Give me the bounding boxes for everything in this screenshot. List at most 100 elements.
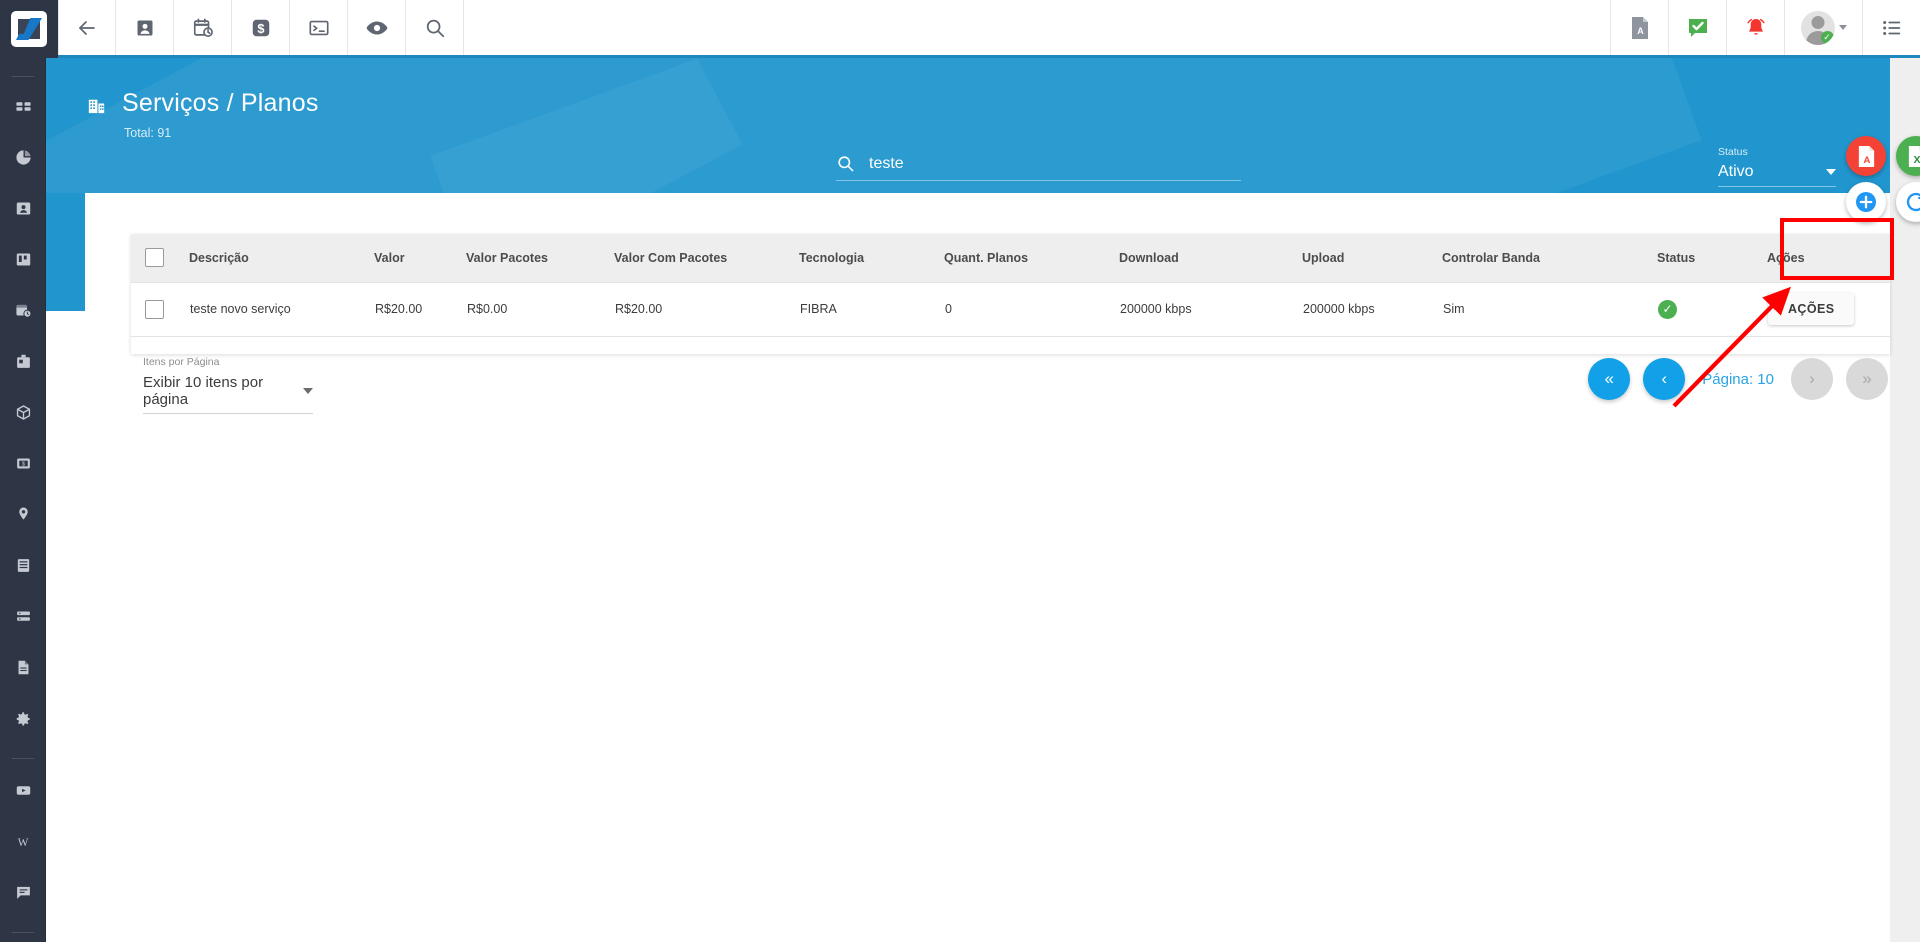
search-input[interactable] (869, 154, 1229, 173)
first-page-button[interactable]: « (1588, 358, 1631, 400)
pdf-file-icon: A (1629, 16, 1651, 40)
select-all-header (131, 234, 189, 282)
header-controlar-banda[interactable]: Controlar Banda (1442, 234, 1657, 282)
dollar-icon: $ (250, 17, 272, 39)
sidebar-item-inventory-box[interactable] (0, 344, 45, 379)
play-icon (15, 782, 32, 799)
online-badge: ✓ (1820, 30, 1834, 44)
header-descricao[interactable]: Descrição (189, 234, 374, 282)
kanban-icon (15, 251, 32, 268)
money-card-icon: $ (15, 455, 32, 472)
monitoring-button[interactable] (348, 0, 406, 55)
user-menu[interactable]: ✓ (1784, 0, 1862, 55)
status-filter-value: Ativo (1718, 163, 1754, 180)
table-head: Descrição Valor Valor Pacotes Valor Com … (131, 234, 1890, 282)
table-footer: Itens por Página Exibir 10 itens por pág… (131, 348, 1920, 428)
schedule-button[interactable] (174, 0, 232, 55)
row-select-cell (131, 282, 189, 336)
table-header-row: Descrição Valor Valor Pacotes Valor Com … (131, 234, 1890, 282)
select-all-checkbox[interactable] (145, 248, 164, 268)
row-checkbox[interactable] (145, 299, 164, 319)
acoes-button[interactable]: AÇÕES (1768, 293, 1855, 325)
sidebar-item-board[interactable] (0, 242, 45, 277)
sidebar-item-wiki[interactable]: W (0, 824, 45, 859)
svg-text:$: $ (257, 21, 264, 36)
header-upload[interactable]: Upload (1302, 234, 1442, 282)
list-menu-icon (1881, 17, 1903, 39)
sidebar-item-reports[interactable] (0, 140, 45, 175)
clients-button[interactable] (116, 0, 174, 55)
status-filter-select[interactable]: Ativo (1718, 163, 1836, 187)
header-status[interactable]: Status (1657, 234, 1767, 282)
search-button[interactable] (406, 0, 464, 55)
box-open-icon (15, 353, 32, 370)
cell-tecnologia: FIBRA (800, 302, 837, 316)
sidebar-item-map[interactable] (0, 497, 45, 532)
items-per-page-label: Itens por Página (143, 356, 220, 368)
data-table-card: Descrição Valor Valor Pacotes Valor Com … (131, 234, 1890, 354)
sidebar-item-schedule[interactable] (0, 293, 45, 328)
page-title: Serviços / Planos (122, 89, 319, 117)
export-pdf-button[interactable]: A (1846, 136, 1886, 176)
header-quant-planos[interactable]: Quant. Planos (944, 234, 1119, 282)
chevron-down-icon (1838, 25, 1847, 30)
sidebar-item-package[interactable] (0, 395, 45, 430)
excel-file-icon: X (1906, 145, 1920, 168)
pdf-report-button[interactable]: A (1610, 0, 1668, 55)
search-field[interactable] (836, 154, 1241, 181)
finance-button[interactable]: $ (232, 0, 290, 55)
sidebar-item-billing[interactable]: $ (0, 446, 45, 481)
avatar: ✓ (1800, 10, 1835, 45)
calendar-clock-icon (192, 17, 214, 39)
sidebar-item-videos[interactable] (0, 773, 45, 808)
hero-left-strip (46, 193, 85, 311)
svg-text:A: A (1863, 155, 1870, 166)
document-icon (15, 659, 32, 676)
sidebar-item-settings[interactable] (0, 701, 45, 736)
header-valor-com-pacotes[interactable]: Valor Com Pacotes (614, 234, 799, 282)
cell-upload: 200000 kbps (1303, 302, 1375, 316)
back-button[interactable] (58, 0, 116, 55)
items-per-page-select[interactable]: Exibir 10 itens por página (143, 374, 313, 414)
cell-controlar-banda: Sim (1443, 302, 1465, 316)
building-icon (85, 93, 108, 116)
status-filter: Status Ativo (1718, 146, 1836, 187)
sidebar-item-dashboard[interactable] (0, 89, 45, 124)
app-menu-button[interactable] (1862, 0, 1920, 55)
sidebar-divider (11, 76, 34, 77)
sidebar-item-chat[interactable] (0, 875, 45, 910)
chevron-down-icon (1826, 169, 1836, 175)
header-download[interactable]: Download (1119, 234, 1302, 282)
check-circle-icon: ✓ (1658, 299, 1677, 319)
wikipedia-w-icon: W (13, 833, 33, 851)
back-arrow-icon (75, 16, 99, 40)
header-tecnologia[interactable]: Tecnologia (799, 234, 944, 282)
sidebar-item-clients[interactable] (0, 191, 45, 226)
cell-descricao: teste novo serviço (190, 302, 291, 316)
checkmark-bubble-icon (1686, 16, 1710, 40)
notifications-button[interactable] (1726, 0, 1784, 55)
sidebar-item-list[interactable] (0, 548, 45, 583)
terminal-button[interactable] (290, 0, 348, 55)
prev-page-button[interactable]: ‹ (1643, 358, 1686, 400)
app-logo[interactable] (0, 0, 58, 58)
current-page-label: Página: 10 (1702, 370, 1774, 388)
terminal-icon (308, 17, 330, 39)
page-total-count: Total: 91 (124, 126, 172, 140)
add-button[interactable] (1846, 182, 1886, 222)
svg-text:A: A (1637, 26, 1644, 36)
cell-download: 200000 kbps (1120, 302, 1192, 316)
eye-icon (365, 16, 389, 40)
sidebar-item-servers[interactable] (0, 599, 45, 634)
logo-mark (11, 11, 47, 47)
svg-text:X: X (1913, 154, 1920, 166)
sidebar-item-documents[interactable] (0, 650, 45, 685)
tasks-button[interactable] (1668, 0, 1726, 55)
list-icon (15, 557, 32, 574)
table-row[interactable]: teste novo serviço R$20.00 R$0.00 R$20.0… (131, 282, 1890, 336)
last-page-button: » (1846, 358, 1888, 400)
header-valor[interactable]: Valor (374, 234, 466, 282)
header-valor-pacotes[interactable]: Valor Pacotes (466, 234, 614, 282)
chat-icon (15, 884, 32, 901)
